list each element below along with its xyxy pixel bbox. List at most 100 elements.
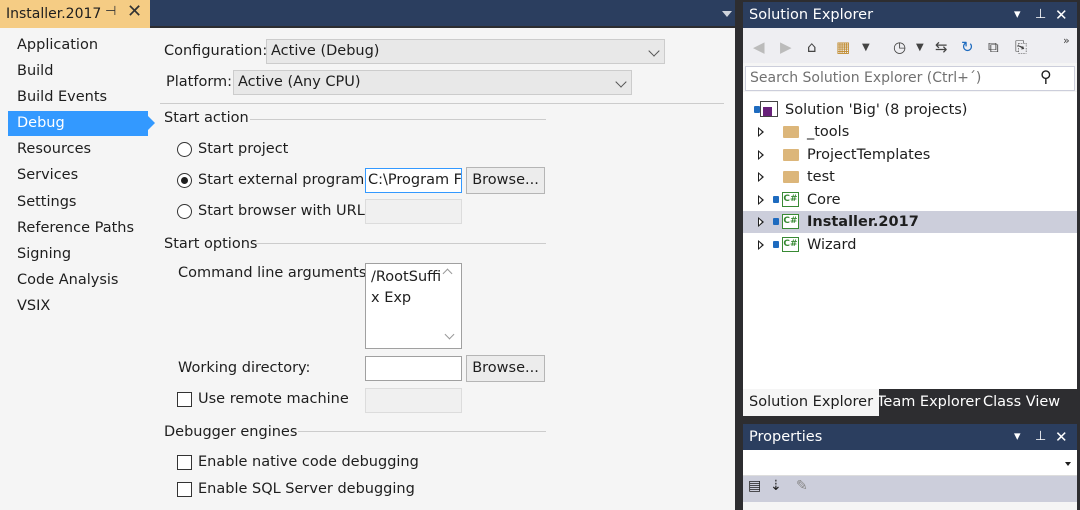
sync-with-document-icon[interactable]: ⇆ — [935, 38, 948, 56]
properties-toolbar — [743, 476, 1077, 502]
tab-solution-explorer[interactable]: Solution Explorer — [743, 389, 880, 416]
configuration-dropdown[interactable]: Active (Debug) — [266, 39, 665, 64]
tree-item-core[interactable]: C# Core — [743, 189, 1077, 211]
browser-url-input — [365, 199, 462, 224]
document-tab-title: Installer.2017 — [6, 6, 102, 22]
pin-icon[interactable]: ⊥ — [1035, 2, 1046, 28]
platform-value: Active (Any CPU) — [238, 74, 361, 90]
tree-item-label: Wizard — [807, 237, 857, 253]
tab-class-view[interactable]: Class View — [977, 389, 1066, 416]
chevron-down-icon — [1065, 462, 1071, 466]
expand-arrow-icon[interactable] — [758, 172, 764, 182]
use-remote-machine-label[interactable]: Use remote machine — [198, 391, 349, 407]
show-all-files-icon[interactable]: ⎘ — [1015, 38, 1027, 56]
debugger-engines-header: Debugger engines — [164, 424, 298, 440]
folder-icon — [783, 126, 799, 138]
platform-label: Platform: — [166, 74, 233, 90]
remote-machine-input — [365, 388, 462, 413]
document-tab-installer[interactable]: Installer.2017 ⊣ ✕ — [0, 0, 150, 28]
expand-arrow-icon[interactable] — [758, 150, 764, 160]
properties-nav: Application Build Build Events Debug Res… — [0, 28, 150, 510]
search-icon[interactable]: ⚲ — [1040, 67, 1052, 86]
close-icon[interactable]: ✕ — [1055, 2, 1068, 28]
platform-dropdown[interactable]: Active (Any CPU) — [233, 70, 632, 95]
nav-item-build[interactable]: Build — [8, 59, 148, 84]
refresh-icon[interactable]: ↻ — [961, 38, 974, 56]
alphabetical-icon[interactable]: ⇣ — [770, 478, 782, 494]
active-nav-pointer — [148, 116, 155, 130]
solution-explorer-title: Solution Explorer — [749, 7, 874, 23]
property-pages-icon[interactable]: ✎ — [796, 478, 808, 494]
chevron-down-icon — [615, 76, 627, 88]
nav-item-application[interactable]: Application — [8, 33, 148, 58]
lock-icon — [773, 196, 779, 203]
start-project-radio[interactable] — [177, 142, 192, 157]
pin-icon[interactable]: ⊥ — [1035, 424, 1046, 450]
configuration-label: Configuration: — [164, 43, 268, 59]
sql-debugging-label[interactable]: Enable SQL Server debugging — [198, 481, 415, 497]
folder-icon — [783, 171, 799, 183]
expand-arrow-icon[interactable] — [758, 195, 764, 205]
properties-titlebar[interactable]: Properties ▾ ⊥ ✕ — [743, 424, 1077, 450]
close-icon[interactable]: ✕ — [1055, 424, 1068, 450]
nav-item-vsix[interactable]: VSIX — [8, 294, 148, 319]
native-debugging-checkbox[interactable] — [177, 455, 192, 470]
use-remote-machine-checkbox[interactable] — [177, 392, 192, 407]
start-external-program-label[interactable]: Start external program: — [198, 172, 369, 188]
nav-item-code-analysis[interactable]: Code Analysis — [8, 268, 148, 293]
tree-item-label: ProjectTemplates — [807, 147, 931, 163]
window-menu-icon[interactable]: ▾ — [1014, 424, 1021, 450]
browse-working-directory-button[interactable]: Browse... — [466, 355, 545, 382]
nav-item-reference-paths[interactable]: Reference Paths — [8, 216, 148, 241]
start-project-label[interactable]: Start project — [198, 141, 288, 157]
tab-team-explorer[interactable]: Team Explorer — [871, 389, 986, 416]
close-icon[interactable]: ✕ — [127, 1, 142, 22]
expand-arrow-icon[interactable] — [758, 217, 764, 227]
collapse-all-icon[interactable]: ⧉ — [988, 38, 999, 56]
nav-item-debug[interactable]: Debug — [8, 111, 148, 136]
properties-title: Properties — [749, 429, 823, 445]
switch-views-icon[interactable]: ▦ — [836, 38, 850, 56]
pending-changes-filter-icon[interactable]: ◷ — [893, 38, 906, 56]
tree-item-installer[interactable]: C# Installer.2017 — [743, 211, 1077, 233]
tree-item-tools[interactable]: _tools — [743, 121, 1077, 143]
expand-arrow-icon[interactable] — [758, 240, 764, 250]
categorized-icon[interactable]: ▤ — [748, 478, 761, 494]
sql-debugging-checkbox[interactable] — [177, 482, 192, 497]
overflow-icon[interactable]: » — [1063, 34, 1070, 47]
tree-item-projecttemplates[interactable]: ProjectTemplates — [743, 144, 1077, 166]
window-menu-icon[interactable]: ▾ — [1014, 2, 1021, 28]
solution-explorer-search-input[interactable]: Search Solution Explorer (Ctrl+´) — [745, 66, 1075, 91]
solution-explorer-titlebar[interactable]: Solution Explorer ▾ ⊥ ✕ — [743, 2, 1077, 28]
external-program-path-input[interactable]: C:\Program Fil — [365, 168, 462, 193]
browse-external-program-button[interactable]: Browse... — [466, 167, 545, 194]
start-options-header: Start options — [164, 236, 258, 252]
back-icon[interactable]: ◀ — [753, 38, 765, 56]
start-browser-label[interactable]: Start browser with URL: — [198, 203, 370, 219]
tree-item-solution[interactable]: Solution 'Big' (8 projects) — [743, 99, 1077, 121]
chevron-down-icon — [648, 45, 660, 57]
nav-item-services[interactable]: Services — [8, 163, 148, 188]
chevron-down-icon[interactable]: ▼ — [916, 42, 924, 53]
home-icon[interactable]: ⌂ — [807, 38, 817, 56]
tab-dropdown-icon[interactable] — [720, 6, 734, 20]
nav-item-signing[interactable]: Signing — [8, 242, 148, 267]
nav-item-settings[interactable]: Settings — [8, 190, 148, 215]
tree-item-wizard[interactable]: C# Wizard — [743, 234, 1077, 256]
start-action-header: Start action — [164, 110, 249, 126]
start-browser-radio[interactable] — [177, 204, 192, 219]
pin-icon[interactable]: ⊣ — [105, 4, 116, 19]
native-debugging-label[interactable]: Enable native code debugging — [198, 454, 419, 470]
nav-item-build-events[interactable]: Build Events — [8, 85, 148, 110]
nav-item-resources[interactable]: Resources — [8, 137, 148, 162]
tree-item-test[interactable]: test — [743, 166, 1077, 188]
properties-object-dropdown[interactable] — [743, 450, 1077, 476]
expand-arrow-icon[interactable] — [758, 127, 764, 137]
start-external-program-radio[interactable] — [177, 173, 192, 188]
configuration-value: Active (Debug) — [271, 43, 380, 59]
forward-icon[interactable]: ▶ — [780, 38, 792, 56]
chevron-down-icon[interactable]: ▼ — [862, 42, 870, 53]
folder-icon — [783, 149, 799, 161]
working-directory-input[interactable] — [365, 356, 462, 381]
divider — [298, 431, 546, 432]
